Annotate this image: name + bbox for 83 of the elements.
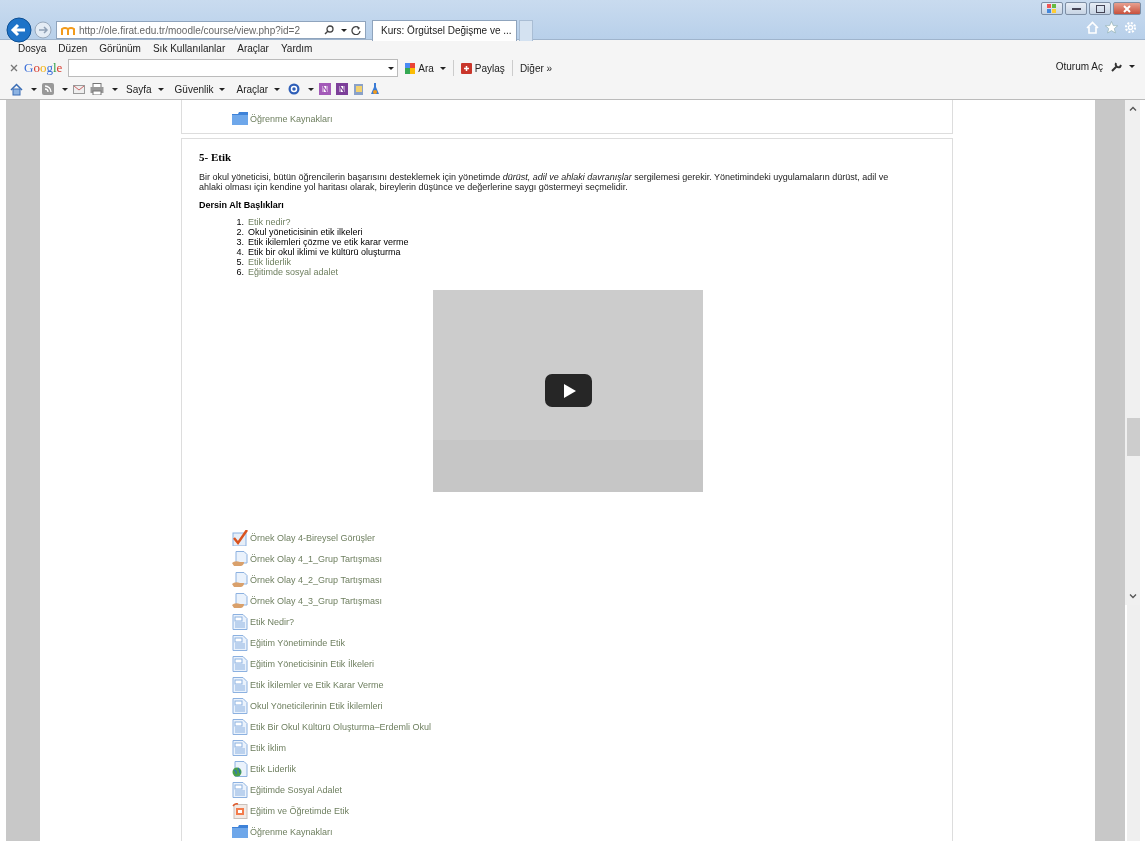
google-g-icon xyxy=(405,62,416,74)
list-number: 4. xyxy=(235,247,244,257)
topic-link[interactable]: Etik nedir? xyxy=(248,217,291,227)
close-button[interactable] xyxy=(1113,2,1141,15)
wrench-icon[interactable] xyxy=(1110,60,1122,73)
globe-document-icon xyxy=(232,760,248,777)
sign-in-button[interactable]: Oturum Aç xyxy=(1052,60,1106,73)
hand-document-icon xyxy=(232,571,248,588)
document-icon xyxy=(232,697,248,714)
command-menu[interactable]: Güvenlik xyxy=(171,82,229,96)
activity-link[interactable]: Etik İkilemler ve Etik Karar Verme xyxy=(250,679,384,690)
list-number: 3. xyxy=(235,237,244,247)
activity-link[interactable]: Eğitim Yönetiminde Etik xyxy=(250,637,345,648)
menu-item[interactable]: Dosya xyxy=(12,43,53,54)
list-number: 5. xyxy=(235,257,244,267)
activity-link[interactable]: Okul Yöneticilerinin Etik İkilemleri xyxy=(250,700,383,711)
more-button[interactable]: Diğer » xyxy=(516,61,556,75)
document-icon xyxy=(232,655,248,672)
section-title: 5- Etik xyxy=(199,151,233,163)
plus-one-icon xyxy=(460,62,472,74)
refresh-icon[interactable] xyxy=(351,25,361,35)
document-icon xyxy=(232,676,248,693)
printer-icon[interactable] xyxy=(90,83,104,95)
feed-icon[interactable] xyxy=(42,83,54,95)
folder-icon xyxy=(232,110,248,127)
menu-item[interactable]: Görünüm xyxy=(93,43,147,54)
list-number: 2. xyxy=(235,227,244,237)
document-icon xyxy=(232,739,248,756)
browser-tab[interactable]: Kurs: Örgütsel Değişme ve ... xyxy=(372,19,517,41)
activity-link[interactable]: Öğrenme Kaynakları xyxy=(250,826,333,837)
checkmark-icon xyxy=(232,529,248,546)
menu-item[interactable]: Araçlar xyxy=(231,43,275,54)
home-icon[interactable] xyxy=(10,82,23,96)
subheading: Dersin Alt Başlıkları xyxy=(199,200,285,210)
activity-link[interactable]: Etik Bir Okul Kültürü Oluşturma–Erdemli Okul xyxy=(250,721,432,732)
menu-item[interactable]: Yardım xyxy=(274,43,319,54)
search-icon[interactable] xyxy=(324,25,334,35)
list-number: 1. xyxy=(235,217,244,227)
flask-icon[interactable] xyxy=(370,83,381,95)
minimize-button[interactable] xyxy=(1065,2,1087,15)
restore-button[interactable] xyxy=(1089,2,1111,15)
topic-link[interactable]: Eğitimde sosyal adalet xyxy=(248,267,339,277)
activity-link[interactable]: Etik Nedir? xyxy=(250,616,294,627)
share-button[interactable]: Paylaş xyxy=(457,61,508,75)
list-number: 6. xyxy=(235,267,244,277)
hand-document-icon xyxy=(232,550,248,567)
search-button[interactable]: Ara xyxy=(402,61,449,75)
close-icon[interactable] xyxy=(10,64,18,72)
activity-link[interactable]: Etik İklim xyxy=(250,742,286,753)
document-icon xyxy=(232,613,248,630)
activity-link[interactable]: Öğrenme Kaynakları xyxy=(250,113,333,124)
google-logo: Google xyxy=(24,60,63,76)
activity-link[interactable]: Eğitimde Sosyal Adalet xyxy=(250,784,343,795)
slides-icon xyxy=(232,802,248,819)
activity-link[interactable]: Örnek Olay 4_3_Grup Tartışması xyxy=(250,595,382,606)
activity-link[interactable]: Eğitim ve Öğretimde Etik xyxy=(250,805,350,816)
activity-link[interactable]: Eğitim Yöneticisinin Etik İlkeleri xyxy=(250,658,374,669)
hand-document-icon xyxy=(232,592,248,609)
activity-link[interactable]: Etik Liderlik xyxy=(250,763,296,774)
topic-text: Okul yöneticisinin etik ilkeleri xyxy=(248,227,363,237)
activity-link[interactable]: Örnek Olay 4_2_Grup Tartışması xyxy=(250,574,382,585)
scrollbar-thumb[interactable] xyxy=(1127,418,1140,456)
search-field[interactable] xyxy=(68,59,399,77)
menu-item[interactable]: Sık Kullanılanlar xyxy=(146,43,232,54)
topic-text: Etik ikilemleri çözme ve etik karar verme xyxy=(248,237,409,247)
scrollbar[interactable] xyxy=(1125,100,1140,605)
document-icon xyxy=(232,781,248,798)
document-icon xyxy=(232,634,248,651)
chevron-down-icon[interactable] xyxy=(1128,594,1137,599)
mail-icon[interactable] xyxy=(73,84,85,94)
activity-link[interactable]: Örnek Olay 4-Bireysel Görüşler xyxy=(250,532,376,543)
command-menu[interactable]: Sayfa xyxy=(123,82,167,96)
document-icon xyxy=(232,718,248,735)
chevron-up-icon[interactable] xyxy=(1128,106,1137,111)
star-icon[interactable] xyxy=(1105,21,1118,34)
section-summary: Bir okul yöneticisi, bütün öğrencilerin başarısını desteklemek için yönetimde dürüst, adil ve ahlaki davranışlar sergilemesi gerekir. Yönetimindeki uygulamaların dürüst, adil ve ahlaki olması için kendine yol haritası olarak, bireylerin düşünce ve değerlerine saygı göstermeyi seçmelidir. xyxy=(199,172,890,192)
topic-link[interactable]: Etik liderlik xyxy=(248,257,291,267)
topic-text: Etik bir okul iklimi ve kültürü oluşturma xyxy=(248,247,401,257)
command-menu[interactable]: Araçlar xyxy=(233,82,284,96)
activity-link[interactable]: Örnek Olay 4_1_Grup Tartışması xyxy=(250,553,382,564)
folder-icon xyxy=(232,823,248,840)
address-field[interactable]: http://ole.firat.edu.tr/moodle/course/view.php?id=2 xyxy=(56,21,366,39)
menu-item[interactable]: Düzen xyxy=(52,43,94,54)
